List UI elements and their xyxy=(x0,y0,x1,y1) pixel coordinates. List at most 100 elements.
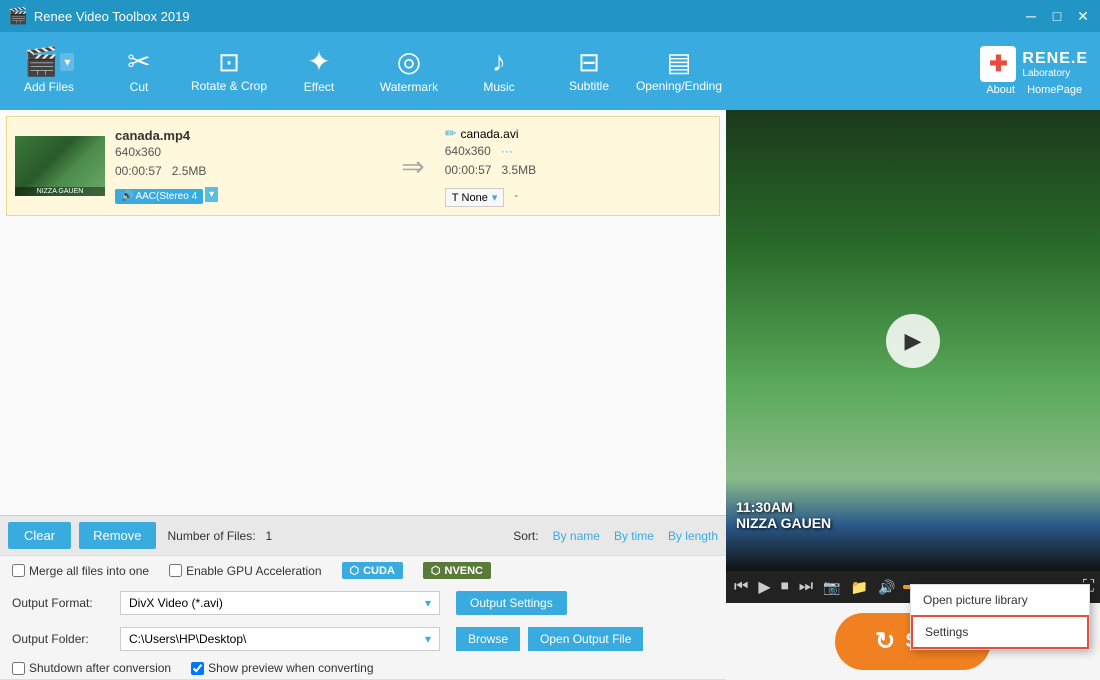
cut-label: Cut xyxy=(130,80,149,94)
video-overlay-text: 11:30AM NIZZA GAUEN xyxy=(736,499,831,531)
minimize-button[interactable]: ─ xyxy=(1022,7,1040,25)
toolbar: 🎬 ▾ Add Files ✂ Cut ⊡ Rotate & Crop ✦ Ef… xyxy=(0,32,1100,110)
clear-button[interactable]: Clear xyxy=(8,522,71,549)
opening-ending-icon: ▤ xyxy=(667,49,692,75)
merge-checkbox-label[interactable]: Merge all files into one xyxy=(12,564,149,578)
output-resolution: 640x360 xyxy=(445,144,491,158)
audio-dropdown[interactable]: ▾ xyxy=(205,187,218,202)
video-area: ▶ 11:30AM NIZZA GAUEN xyxy=(726,110,1100,571)
audio-label: AAC(Stereo 4 xyxy=(135,191,197,202)
preview-checkbox[interactable] xyxy=(191,662,204,675)
title-bar: 🎬 Renee Video Toolbox 2019 ─ □ ✕ xyxy=(0,0,1100,32)
rotate-crop-label: Rotate & Crop xyxy=(191,79,267,93)
folder-button[interactable]: 📁 xyxy=(849,577,870,598)
open-picture-label: Open picture library xyxy=(923,593,1028,607)
format-dropdown-icon: ▾ xyxy=(425,596,431,610)
rotate-crop-icon: ⊡ xyxy=(218,49,240,75)
output-filename: canada.avi xyxy=(460,127,518,141)
cuda-label: CUDA xyxy=(363,565,395,577)
toolbar-effect[interactable]: ✦ Effect xyxy=(274,34,364,108)
popup-settings[interactable]: Settings xyxy=(911,615,1089,649)
title-bar-left: 🎬 Renee Video Toolbox 2019 xyxy=(8,6,190,26)
add-files-dropdown[interactable]: ▾ xyxy=(60,53,74,71)
settings-row: Merge all files into one Enable GPU Acce… xyxy=(0,555,726,585)
toolbar-watermark[interactable]: ◎ Watermark xyxy=(364,34,454,108)
gpu-checkbox-label[interactable]: Enable GPU Acceleration xyxy=(169,564,321,578)
nvenc-gpu-icon: ⬡ xyxy=(431,564,441,577)
shutdown-row: Shutdown after conversion Show preview w… xyxy=(0,657,726,680)
about-link[interactable]: About xyxy=(986,84,1015,96)
toolbar-rotate-crop[interactable]: ⊡ Rotate & Crop xyxy=(184,34,274,108)
output-format-row: Output Format: DivX Video (*.avi) ▾ Outp… xyxy=(0,585,726,621)
file-count-value: 1 xyxy=(266,529,273,543)
folder-label: Output Folder: xyxy=(12,632,112,646)
toolbar-subtitle[interactable]: ⊟ Subtitle xyxy=(544,34,634,108)
subtitle-dropdown[interactable]: T None ▾ xyxy=(445,188,505,207)
audio-badge: 🔊 AAC(Stereo 4 xyxy=(115,189,203,204)
toolbar-add-files[interactable]: 🎬 ▾ Add Files xyxy=(4,34,94,108)
cross-icon: ✚ xyxy=(989,51,1007,77)
file-list: NIZZA GAUEN canada.mp4 640x360 00:00:57 … xyxy=(0,110,726,515)
play-pause-button[interactable]: ▶ xyxy=(756,575,772,599)
subtitle-value: None xyxy=(462,192,488,204)
watermark-icon: ◎ xyxy=(397,48,421,76)
output-more[interactable]: ··· xyxy=(501,144,513,158)
camera-button[interactable]: 📷 xyxy=(821,577,842,598)
output-duration-size: 00:00:57 3.5MB xyxy=(445,161,711,180)
sort-by-time[interactable]: By time xyxy=(614,529,654,543)
folder-select[interactable]: C:\Users\HP\Desktop\ ▾ xyxy=(120,627,440,651)
shutdown-checkbox[interactable] xyxy=(12,662,25,675)
logo-name: RENE.E xyxy=(1022,50,1088,68)
stop-button[interactable]: ⏹ xyxy=(779,576,791,598)
preview-label[interactable]: Show preview when converting xyxy=(191,661,373,675)
video-location: NIZZA GAUEN xyxy=(736,515,831,531)
toolbar-cut[interactable]: ✂ Cut xyxy=(94,34,184,108)
maximize-button[interactable]: □ xyxy=(1048,7,1066,25)
right-panel: ▶ 11:30AM NIZZA GAUEN ⏮ ▶ ⏹ ⏭ 📷 📁 🔊 ⛶ Op… xyxy=(726,110,1100,680)
output-settings-button[interactable]: Output Settings xyxy=(456,591,567,615)
gpu-checkbox[interactable] xyxy=(169,564,182,577)
browse-button[interactable]: Browse xyxy=(456,627,520,651)
effect-label: Effect xyxy=(304,80,334,94)
sort-by-name[interactable]: By name xyxy=(553,529,600,543)
shutdown-text: Shutdown after conversion xyxy=(29,661,171,675)
output-file-info: ✏ canada.avi 640x360 ··· 00:00:57 3.5MB xyxy=(445,125,711,207)
input-duration-size: 00:00:57 2.5MB xyxy=(115,162,381,181)
sort-by-length[interactable]: By length xyxy=(668,529,718,543)
cuda-gpu-icon: ⬡ xyxy=(350,564,360,577)
edit-icon[interactable]: ✏ xyxy=(445,125,457,142)
output-duration: 00:00:57 xyxy=(445,163,492,177)
shutdown-label[interactable]: Shutdown after conversion xyxy=(12,661,171,675)
file-thumbnail: NIZZA GAUEN xyxy=(15,136,105,196)
toolbar-opening-ending[interactable]: ▤ Opening/Ending xyxy=(634,34,724,108)
close-button[interactable]: ✕ xyxy=(1074,7,1092,25)
open-output-button[interactable]: Open Output File xyxy=(528,627,643,651)
convert-arrow: ⇒ xyxy=(391,150,434,183)
music-icon: ♪ xyxy=(492,48,506,76)
start-icon: ↻ xyxy=(875,627,895,656)
homepage-link[interactable]: HomePage xyxy=(1027,84,1082,96)
bottom-controls: Clear Remove Number of Files: 1 Sort: By… xyxy=(0,515,726,555)
thumb-inner: NIZZA GAUEN xyxy=(15,136,105,196)
merge-checkbox[interactable] xyxy=(12,564,25,577)
left-panel: NIZZA GAUEN canada.mp4 640x360 00:00:57 … xyxy=(0,110,726,680)
format-value: DivX Video (*.avi) xyxy=(129,596,223,610)
merge-label: Merge all files into one xyxy=(29,564,149,578)
effect-icon: ✦ xyxy=(307,48,330,76)
remove-button[interactable]: Remove xyxy=(79,522,155,549)
output-filename-row: ✏ canada.avi xyxy=(445,125,711,142)
popup-open-picture[interactable]: Open picture library xyxy=(911,585,1089,615)
volume-icon: 🔊 xyxy=(876,577,897,598)
skip-forward-button[interactable]: ⏭ xyxy=(797,576,815,598)
format-select[interactable]: DivX Video (*.avi) ▾ xyxy=(120,591,440,615)
audio-icon: 🔊 xyxy=(121,191,133,202)
toolbar-music[interactable]: ♪ Music xyxy=(454,34,544,108)
play-button[interactable]: ▶ xyxy=(886,314,940,368)
music-label: Music xyxy=(483,80,514,94)
subtitle-dash: - xyxy=(514,190,518,202)
nvenc-badge: ⬡ NVENC xyxy=(423,562,491,579)
window-controls: ─ □ ✕ xyxy=(1022,7,1092,25)
subtitle-arrow-icon: ▾ xyxy=(492,191,498,204)
skip-back-button[interactable]: ⏮ xyxy=(732,576,750,598)
settings-label: Settings xyxy=(925,625,968,639)
